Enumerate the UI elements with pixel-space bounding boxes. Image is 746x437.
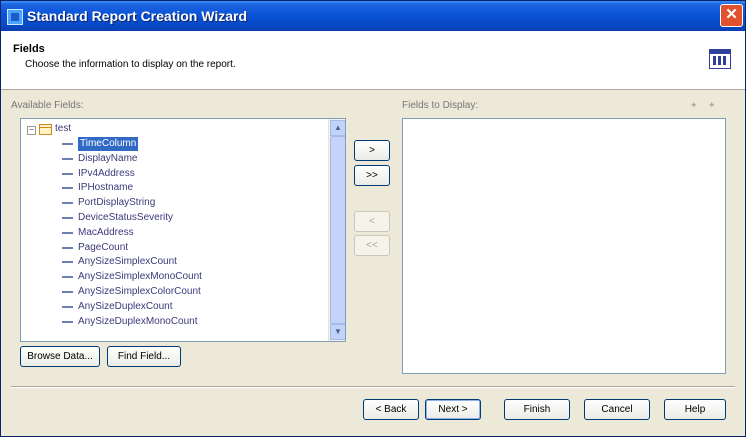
field-item[interactable]: PageCount	[21, 241, 321, 255]
table-name: test	[55, 123, 72, 134]
cancel-button[interactable]: Cancel	[584, 399, 650, 420]
field-label: AnySizeDuplexCount	[78, 300, 173, 312]
field-icon	[62, 276, 73, 279]
fields-to-display-label: Fields to Display:	[402, 100, 479, 111]
app-icon	[7, 9, 23, 25]
field-icon	[62, 157, 73, 160]
field-label: PortDisplayString	[78, 197, 156, 209]
field-icon	[62, 187, 73, 190]
field-label: AnySizeSimplexCount	[78, 256, 177, 268]
field-item[interactable]: PortDisplayString	[21, 196, 321, 210]
add-field-button[interactable]: >	[354, 140, 390, 161]
field-item[interactable]: AnySizeDuplexMonoCount	[21, 315, 321, 329]
field-icon	[62, 246, 73, 249]
wizard-header: Fields Choose the information to display…	[1, 31, 745, 90]
field-item[interactable]: DeviceStatusSeverity	[21, 211, 321, 225]
field-label: AnySizeSimplexColorCount	[78, 286, 201, 297]
next-button[interactable]: Next >	[425, 399, 481, 420]
field-item[interactable]: IPv4Address	[21, 167, 321, 181]
field-label: AnySizeSimplexMonoCount	[78, 271, 202, 283]
field-item[interactable]: MacAddress	[21, 226, 321, 240]
field-label: DisplayName	[78, 152, 138, 164]
collapse-icon[interactable]: −	[27, 126, 36, 135]
window-title: Standard Report Creation Wizard	[27, 8, 248, 24]
field-icon	[62, 261, 73, 264]
field-label: MacAddress	[78, 226, 134, 238]
field-item[interactable]: TimeColumn	[21, 137, 321, 151]
help-button[interactable]: Help	[664, 399, 726, 420]
available-fields-label: Available Fields:	[11, 100, 84, 111]
field-icon	[62, 291, 73, 293]
find-field-button[interactable]: Find Field...	[107, 346, 181, 367]
field-icon	[62, 305, 73, 308]
footer-divider	[11, 386, 735, 388]
title-bar[interactable]: Standard Report Creation Wizard ✕	[1, 1, 745, 31]
scroll-down-button[interactable]: ▼	[330, 324, 345, 340]
field-item[interactable]: DisplayName	[21, 152, 321, 166]
page-subtitle: Choose the information to display on the…	[25, 59, 236, 70]
move-down-icon[interactable]: ✦	[708, 100, 716, 111]
remove-all-fields-button[interactable]: <<	[354, 235, 390, 256]
back-button[interactable]: < Back	[363, 399, 419, 420]
browse-data-button[interactable]: Browse Data...	[20, 346, 100, 367]
scroll-thumb[interactable]	[330, 136, 345, 324]
table-columns-icon	[709, 49, 731, 69]
field-icon	[62, 217, 73, 219]
field-icon	[62, 231, 73, 234]
field-label: AnySizeDuplexMonoCount	[78, 315, 198, 327]
field-label: TimeColumn	[78, 137, 139, 151]
wizard-window: Standard Report Creation Wizard ✕ Fields…	[0, 0, 746, 437]
field-item[interactable]: AnySizeDuplexCount	[21, 300, 321, 314]
field-label: PageCount	[78, 241, 129, 253]
field-icon	[62, 143, 73, 145]
field-label: DeviceStatusSeverity	[78, 212, 174, 223]
page-title: Fields	[13, 43, 45, 55]
field-icon	[62, 172, 73, 175]
vertical-scrollbar[interactable]: ▲ ▼	[328, 119, 345, 341]
fields-to-display-list[interactable]	[402, 118, 726, 374]
field-label: IPv4Address	[78, 167, 135, 179]
field-icon	[62, 202, 73, 205]
field-item[interactable]: IPHostname	[21, 181, 321, 195]
table-icon	[39, 124, 52, 135]
finish-button[interactable]: Finish	[504, 399, 570, 420]
tree-root-row[interactable]: − test	[21, 122, 321, 136]
field-item[interactable]: AnySizeSimplexMonoCount	[21, 270, 321, 284]
move-up-icon[interactable]: ✦	[690, 100, 698, 111]
field-item[interactable]: AnySizeSimplexColorCount	[21, 285, 321, 299]
field-label: IPHostname	[78, 182, 134, 194]
remove-field-button[interactable]: <	[354, 211, 390, 232]
scroll-up-button[interactable]: ▲	[330, 120, 345, 136]
available-fields-tree[interactable]: − test TimeColumn DisplayName IPv4Address I…	[20, 118, 346, 342]
field-item[interactable]: AnySizeSimplexCount	[21, 255, 321, 269]
add-all-fields-button[interactable]: >>	[354, 165, 390, 186]
field-icon	[62, 320, 73, 323]
close-button[interactable]: ✕	[720, 4, 743, 27]
